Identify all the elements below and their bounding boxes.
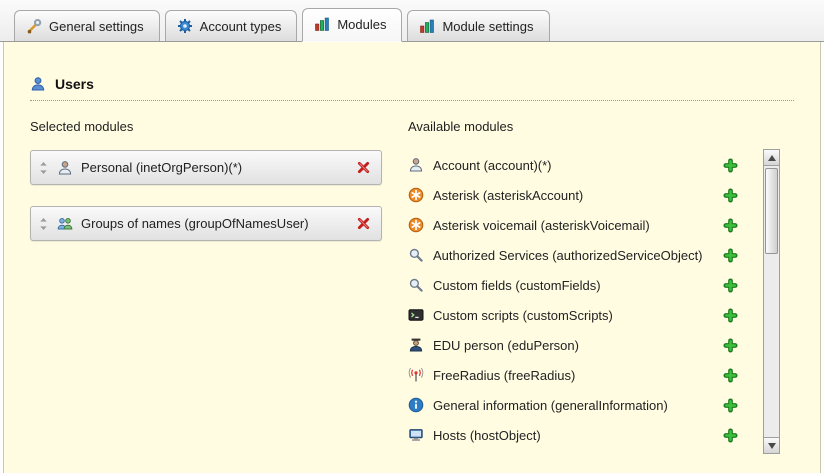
selected-modules-column: Selected modules Personal (inetOrgPerson…	[30, 119, 382, 262]
scroll-up-button[interactable]	[764, 150, 779, 166]
available-module-row: Asterisk (asteriskAccount)	[408, 180, 794, 210]
available-module-label: Authorized Services (authorizedServiceOb…	[433, 248, 703, 263]
available-modules-list: Account (account)(*) Asterisk (asteriskAc…	[408, 150, 794, 450]
add-module-button[interactable]	[723, 188, 738, 203]
tab-label: General settings	[49, 19, 144, 34]
available-module-label: Asterisk (asteriskAccount)	[433, 188, 583, 203]
tab-account-types[interactable]: Account types	[165, 10, 298, 41]
add-module-button[interactable]	[723, 398, 738, 413]
users-icon	[30, 76, 46, 92]
add-module-button[interactable]	[723, 368, 738, 383]
available-module-label: Custom scripts (customScripts)	[433, 308, 613, 323]
scrollbar-track[interactable]	[763, 149, 780, 454]
tools-icon	[26, 18, 42, 34]
tab-label: Account types	[200, 19, 282, 34]
available-module-label: Hosts (hostObject)	[433, 428, 541, 443]
arrow-down-icon	[768, 443, 776, 449]
available-module-row: EDU person (eduPerson)	[408, 330, 794, 360]
person-icon	[408, 157, 424, 173]
available-module-label: Asterisk voicemail (asteriskVoicemail)	[433, 218, 650, 233]
scrollbar-thumb[interactable]	[765, 168, 778, 254]
computer-icon	[408, 427, 424, 443]
asterisk-icon	[408, 187, 424, 203]
available-module-row: General information (generalInformation)	[408, 390, 794, 420]
module-columns: Selected modules Personal (inetOrgPerson…	[30, 119, 794, 454]
add-module-button[interactable]	[723, 218, 738, 233]
gear-icon	[177, 18, 193, 34]
add-module-button[interactable]	[723, 248, 738, 263]
available-module-label: EDU person (eduPerson)	[433, 338, 579, 353]
selected-module-label: Groups of names (groupOfNamesUser)	[81, 216, 309, 231]
selected-modules-list: Personal (inetOrgPerson)(*) Groups of nam…	[30, 150, 382, 241]
available-module-row: Hosts (hostObject)	[408, 420, 794, 450]
tab-bar: General settings Account types Modules Modu…	[0, 0, 824, 42]
search-icon	[408, 247, 424, 263]
tab-label: Modules	[337, 17, 386, 32]
section-title: Users	[55, 76, 94, 92]
available-module-row: Custom scripts (customScripts)	[408, 300, 794, 330]
available-module-label: General information (generalInformation)	[433, 398, 668, 413]
available-module-row: Account (account)(*)	[408, 150, 794, 180]
tab-label: Module settings	[442, 19, 533, 34]
asterisk-icon	[408, 217, 424, 233]
modules-settings-page: General settings Account types Modules Modu…	[0, 0, 824, 473]
available-module-label: Custom fields (customFields)	[433, 278, 601, 293]
remove-module-button[interactable]	[356, 216, 371, 231]
add-module-button[interactable]	[723, 428, 738, 443]
users-section-header: Users	[30, 76, 794, 101]
scroll-down-button[interactable]	[764, 437, 779, 453]
available-modules-column: Available modules Account (account)(*) As…	[408, 119, 794, 454]
content-panel: Users Selected modules Personal (inetOrg…	[3, 42, 821, 473]
tab-modules[interactable]: Modules	[302, 8, 402, 42]
person-icon	[57, 160, 73, 176]
edu-person-icon	[408, 337, 424, 353]
available-modules-heading: Available modules	[408, 119, 794, 134]
module-settings-icon	[419, 18, 435, 34]
available-module-label: FreeRadius (freeRadius)	[433, 368, 575, 383]
sort-handle-icon[interactable]	[37, 216, 49, 232]
selected-module-row: Personal (inetOrgPerson)(*)	[30, 150, 382, 185]
add-module-button[interactable]	[723, 338, 738, 353]
tab-module-settings[interactable]: Module settings	[407, 10, 549, 41]
available-module-row: Authorized Services (authorizedServiceOb…	[408, 240, 794, 270]
modules-icon	[314, 16, 330, 32]
antenna-icon	[408, 367, 424, 383]
add-module-button[interactable]	[723, 308, 738, 323]
available-module-row: FreeRadius (freeRadius)	[408, 360, 794, 390]
group-icon	[57, 216, 73, 232]
sort-handle-icon[interactable]	[37, 160, 49, 176]
terminal-icon	[408, 307, 424, 323]
selected-module-label: Personal (inetOrgPerson)(*)	[81, 160, 242, 175]
available-module-label: Account (account)(*)	[433, 158, 552, 173]
selected-module-row: Groups of names (groupOfNamesUser)	[30, 206, 382, 241]
add-module-button[interactable]	[723, 278, 738, 293]
tab-general-settings[interactable]: General settings	[14, 10, 160, 41]
arrow-up-icon	[768, 155, 776, 161]
info-icon	[408, 397, 424, 413]
add-module-button[interactable]	[723, 158, 738, 173]
remove-module-button[interactable]	[356, 160, 371, 175]
available-module-row: Asterisk voicemail (asteriskVoicemail)	[408, 210, 794, 240]
available-module-row: Custom fields (customFields)	[408, 270, 794, 300]
selected-modules-heading: Selected modules	[30, 119, 382, 134]
search-icon	[408, 277, 424, 293]
